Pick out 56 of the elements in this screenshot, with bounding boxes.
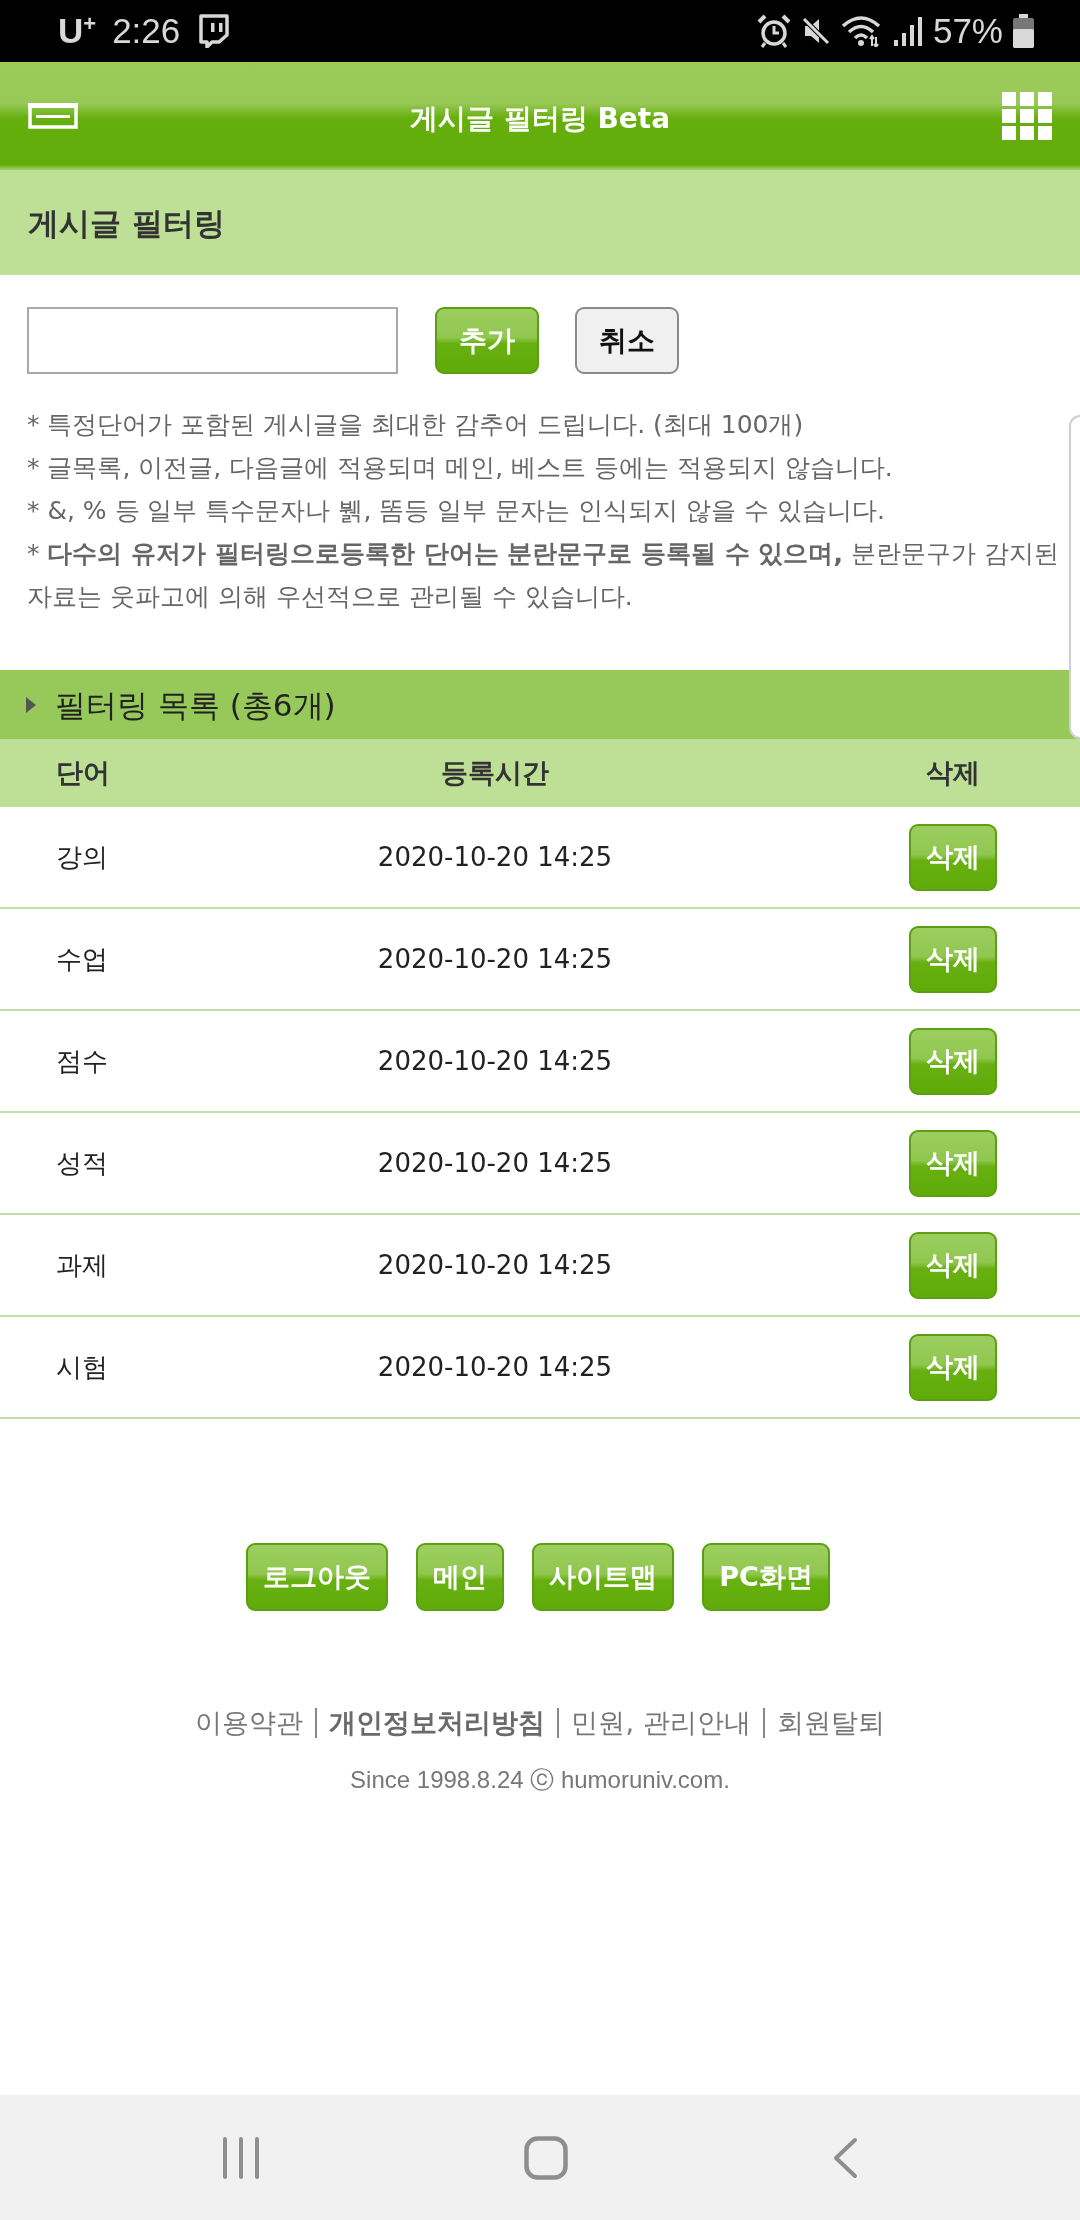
pc-view-button[interactable]: PC화면 [702, 1543, 830, 1611]
home-icon[interactable] [524, 2135, 568, 2180]
column-header: 등록시간 [441, 756, 549, 790]
list-title: 필터링 목록 (총6개) [55, 685, 336, 725]
carrier-label: U$^{+}$ [58, 11, 97, 51]
note-text: * 글목록, 이전글, 다음글에 적용되며 메인, 베스트 등에는 적용되지 않습니다. [27, 452, 894, 484]
edge-panel-handle[interactable] [1069, 415, 1080, 739]
footer-link[interactable]: 민원, 관리안내 [571, 1703, 751, 1743]
menu-icon[interactable] [28, 103, 78, 129]
muted-speaker-icon [800, 16, 831, 46]
recent-apps-icon[interactable] [222, 2136, 260, 2179]
delete-button[interactable]: 삭제 [908, 823, 997, 891]
time-cell-text: 2020-10-20 14:25 [377, 1045, 613, 1078]
time-cell-text: 2020-10-20 14:25 [377, 943, 613, 976]
alarm-clock-icon [756, 14, 791, 48]
word-cell-text: 성적 [56, 1147, 108, 1180]
status-time: 2:26 [112, 11, 181, 51]
sitemap-button[interactable]: 사이트맵 [532, 1543, 675, 1611]
copyright-text: Since 1998.8.24 ⓒ humoruniv.com. [350, 1765, 730, 1795]
logout-button[interactable]: 로그아웃 [246, 1543, 389, 1611]
battery-percent: 57% [932, 11, 1003, 51]
word-cell-text: 수업 [56, 943, 108, 976]
note-text: * &, % 등 일부 특수문자나 뷁, 똠등 일부 문자는 인식되지 않을 수 있습니다. [27, 495, 886, 527]
footer-link[interactable]: 회원탈퇴 [776, 1703, 885, 1743]
time-cell-text: 2020-10-20 14:25 [377, 1351, 613, 1384]
note-text: * 특정단어가 포함된 게시글을 최대한 감추어 드립니다. (최대 100개) [27, 409, 805, 441]
word-cell-text: 점수 [56, 1045, 108, 1078]
battery-icon [1013, 14, 1034, 48]
time-cell-text: 2020-10-20 14:25 [377, 841, 613, 874]
speech-bubble-icon [196, 14, 231, 48]
note-text: *다수의 유저가 필터링으로등록한 단어는 분란문구로 등록될 수 있으며, 분란문구가 감지된 자료는 웃파고에 의해 우선적으로 관리될 수 있습니다. [27, 538, 1060, 613]
wifi-icon [840, 15, 883, 47]
delete-button[interactable]: 삭제 [908, 1333, 997, 1401]
column-header: 삭제 [925, 756, 980, 790]
cancel-button[interactable]: 취소 [575, 307, 679, 374]
delete-button[interactable]: 삭제 [908, 1027, 997, 1095]
back-icon[interactable] [832, 2136, 858, 2179]
footer-link[interactable]: 개인정보처리방침 [329, 1703, 546, 1743]
word-cell-text: 시험 [56, 1351, 108, 1384]
word-cell-text: 강의 [56, 841, 108, 874]
column-header: 단어 [56, 756, 110, 790]
time-cell-text: 2020-10-20 14:25 [377, 1147, 613, 1180]
add-button[interactable]: 추가 [435, 307, 539, 374]
header-title: 게시글 필터링 Beta [409, 101, 671, 137]
triangle-icon [26, 696, 36, 713]
grid-icon[interactable] [1002, 92, 1052, 140]
footer-link[interactable]: 이용약관 [195, 1703, 304, 1743]
delete-button[interactable]: 삭제 [908, 925, 997, 993]
word-input-field[interactable] [27, 307, 398, 374]
word-cell-text: 과제 [56, 1249, 108, 1282]
signal-icon [892, 16, 923, 46]
page-title: 게시글 필터링 [28, 203, 225, 243]
main-button[interactable]: 메인 [416, 1543, 505, 1611]
delete-button[interactable]: 삭제 [908, 1129, 997, 1197]
delete-button[interactable]: 삭제 [908, 1231, 997, 1299]
time-cell-text: 2020-10-20 14:25 [377, 1249, 613, 1282]
